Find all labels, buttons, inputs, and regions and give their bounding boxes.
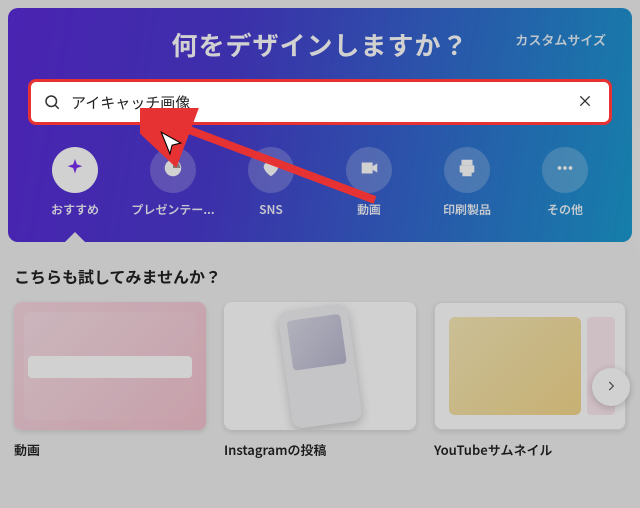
category-label: 動画 (357, 201, 381, 218)
suggestion-label: YouTubeサムネイル (434, 440, 626, 459)
dots-icon (554, 157, 576, 184)
close-icon (577, 93, 593, 112)
category-label: おすすめ (51, 201, 99, 218)
suggestion-label: 動画 (14, 440, 206, 459)
hero-banner: 何をデザインしますか？ カスタムサイズ おすすめ プレゼンテー... SNS 動画 印刷… (8, 8, 632, 242)
suggestion-label: Instagramの投稿 (224, 440, 416, 459)
printer-icon (456, 157, 478, 184)
heart-icon (260, 157, 282, 184)
chart-icon (162, 157, 184, 184)
hero-title: 何をデザインしますか？ (171, 26, 468, 63)
suggestions-section: こちらも試してみませんか？ 動画 Instagramの投稿 YouTubeサムネイル (0, 242, 640, 469)
category-video[interactable]: 動画 (326, 147, 412, 218)
clear-search-button[interactable] (571, 88, 599, 116)
category-label: プレゼンテー... (131, 201, 214, 218)
suggestion-thumb (434, 302, 626, 430)
search-input[interactable] (71, 94, 561, 111)
suggestion-thumb (224, 302, 416, 430)
suggestion-card-video[interactable]: 動画 (14, 302, 206, 459)
suggestions-title: こちらも試してみませんか？ (14, 264, 626, 288)
category-pill (52, 147, 98, 193)
category-pill (346, 147, 392, 193)
scroll-right-button[interactable] (592, 368, 630, 406)
category-recommended[interactable]: おすすめ (32, 147, 118, 218)
category-pill (248, 147, 294, 193)
category-pill (444, 147, 490, 193)
sparkle-icon (64, 157, 86, 184)
category-row: おすすめ プレゼンテー... SNS 動画 印刷製品 その他 (28, 147, 612, 218)
suggestion-card-instagram[interactable]: Instagramの投稿 (224, 302, 416, 459)
search-bar[interactable] (28, 79, 612, 125)
category-pill (542, 147, 588, 193)
suggestion-card-row: 動画 Instagramの投稿 YouTubeサムネイル (14, 302, 626, 459)
video-icon (358, 157, 380, 184)
chevron-right-icon (604, 379, 618, 396)
category-label: SNS (259, 201, 283, 218)
category-label: 印刷製品 (443, 201, 491, 218)
category-print[interactable]: 印刷製品 (424, 147, 510, 218)
suggestion-thumb (14, 302, 206, 430)
category-more[interactable]: その他 (522, 147, 608, 218)
category-pill (150, 147, 196, 193)
search-icon (43, 93, 61, 111)
category-label: その他 (547, 201, 583, 218)
custom-size-button[interactable]: カスタムサイズ (515, 30, 606, 49)
category-sns[interactable]: SNS (228, 147, 314, 218)
category-presentation[interactable]: プレゼンテー... (130, 147, 216, 218)
